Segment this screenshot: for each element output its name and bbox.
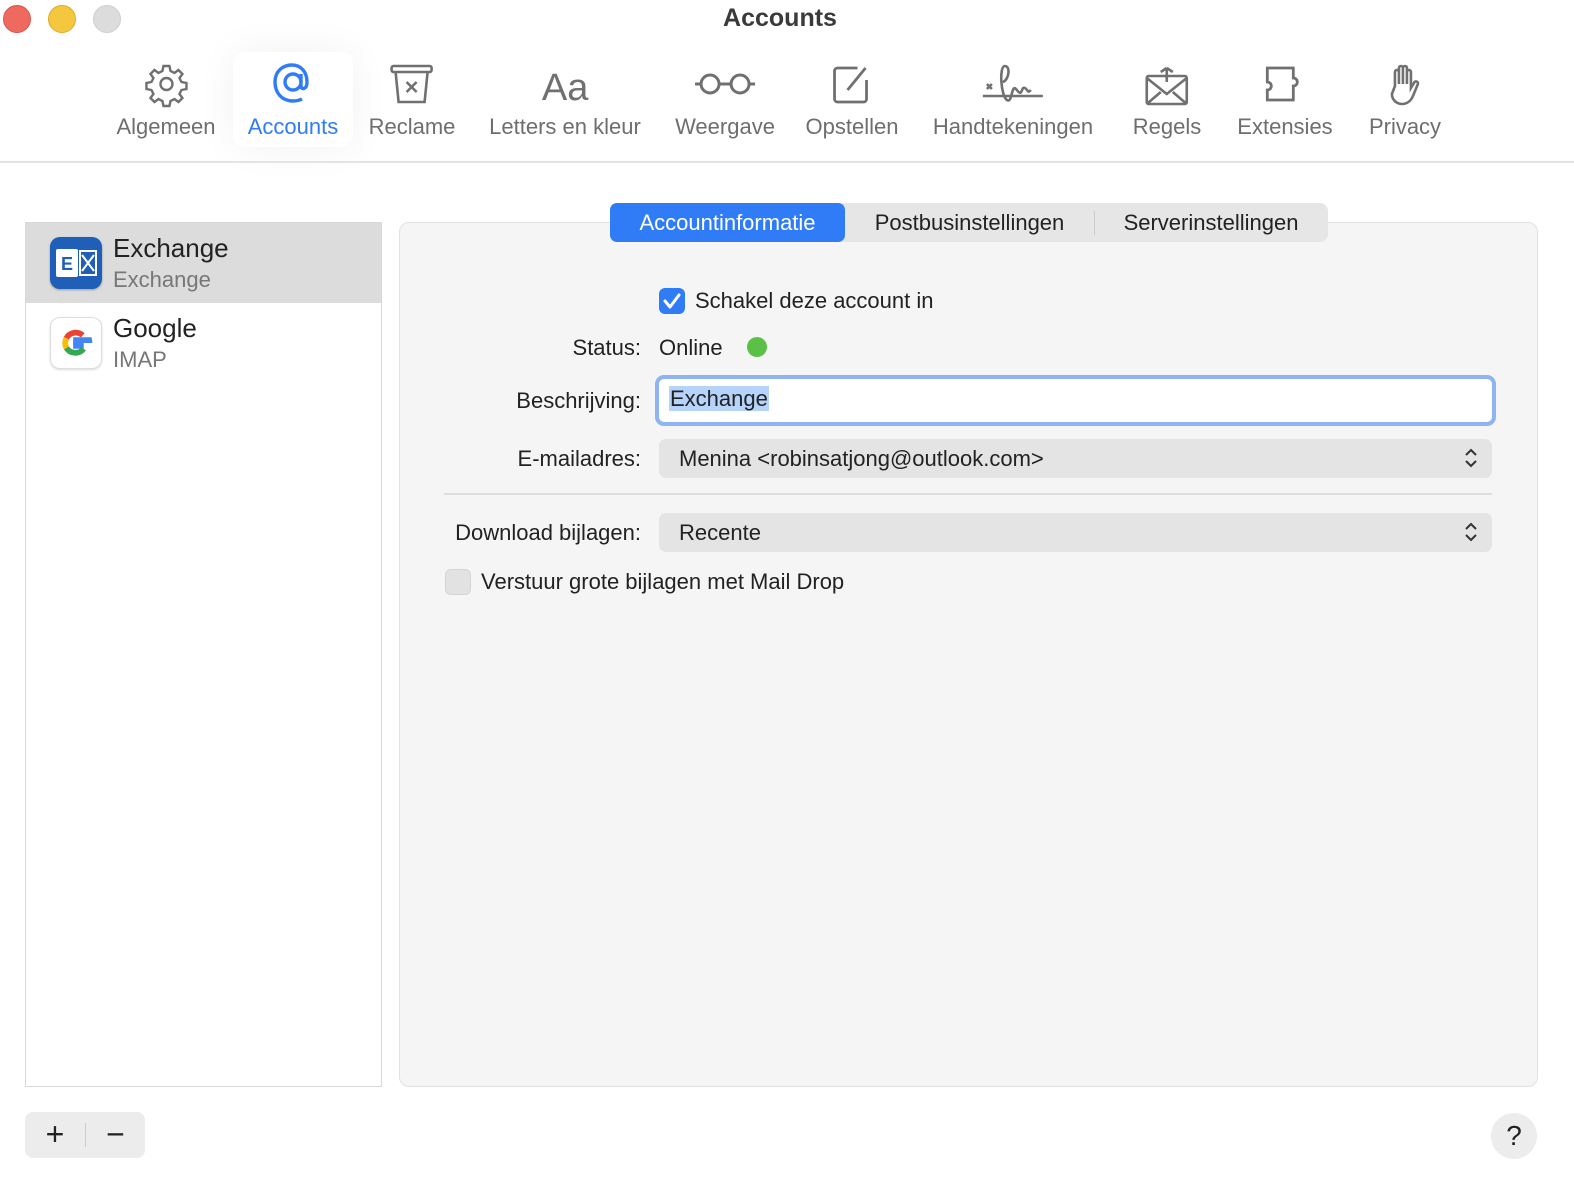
- remove-account-button[interactable]: −: [86, 1112, 145, 1158]
- window-title: Accounts: [723, 4, 837, 32]
- add-account-button[interactable]: +: [25, 1112, 85, 1158]
- maildrop-checkbox[interactable]: [445, 569, 471, 595]
- rules-envelope-icon: [1145, 66, 1189, 106]
- fonts-icon: Aa: [542, 67, 589, 108]
- compose-icon: [833, 66, 869, 104]
- toolbar-label: Letters en kleur: [489, 114, 641, 139]
- download-value: Recente: [679, 519, 761, 545]
- toolbar-handtekeningen[interactable]: Handtekeningen: [921, 52, 1105, 147]
- toolbar-label: Algemeen: [116, 114, 216, 139]
- status-online-dot: [747, 337, 767, 357]
- maildrop-label: Verstuur grote bijlagen met Mail Drop: [481, 569, 845, 594]
- email-select[interactable]: Menina <robinsatjong@outlook.com>: [659, 439, 1492, 478]
- toolbar-label: Accounts: [247, 114, 339, 139]
- svg-text:Aa: Aa: [542, 67, 589, 108]
- download-label: Download bijlagen:: [455, 520, 641, 545]
- at-icon: [273, 63, 309, 103]
- tab-bar: Accountinformatie Postbusinstellingen Se…: [610, 203, 1328, 242]
- description-value: Exchange: [669, 386, 769, 411]
- enable-account-label: Schakel deze account in: [695, 288, 934, 313]
- description-label: Beschrijving:: [516, 388, 641, 413]
- toolbar-label: Handtekeningen: [932, 114, 1094, 139]
- google-icon: [50, 317, 102, 369]
- help-button[interactable]: ?: [1491, 1113, 1537, 1159]
- email-label: E-mailadres:: [517, 446, 641, 471]
- svg-text:E: E: [61, 254, 73, 274]
- hand-icon: [1390, 64, 1420, 106]
- status-label: Status:: [572, 335, 641, 360]
- toolbar-label: Privacy: [1368, 114, 1442, 139]
- toolbar-regels[interactable]: Regels: [1121, 52, 1213, 147]
- toolbar-weergave[interactable]: Weergave: [663, 52, 787, 147]
- enable-account-checkbox[interactable]: [659, 288, 685, 314]
- form-divider: [444, 493, 1492, 495]
- toolbar-opstellen[interactable]: Opstellen: [794, 52, 911, 147]
- glasses-icon: [695, 73, 755, 95]
- status-value: Online: [659, 335, 723, 360]
- download-select[interactable]: Recente: [659, 513, 1492, 552]
- checkmark-icon: [663, 293, 681, 309]
- toolbar-label: Reclame: [368, 114, 456, 139]
- toolbar-algemeen[interactable]: Algemeen: [104, 52, 227, 147]
- toolbar-label: Regels: [1132, 114, 1202, 139]
- gear-icon: [144, 64, 188, 108]
- account-type: IMAP: [113, 347, 167, 372]
- toolbar-privacy[interactable]: Privacy: [1357, 52, 1453, 147]
- account-type: Exchange: [113, 267, 211, 292]
- account-item-exchange[interactable]: E Exchange Exchange: [26, 223, 381, 303]
- junk-bin-icon: [390, 64, 434, 104]
- description-input[interactable]: Exchange: [655, 375, 1496, 426]
- signature-icon: [983, 64, 1043, 102]
- toolbar-divider: [0, 161, 1574, 163]
- toolbar-extensies[interactable]: Extensies: [1225, 52, 1344, 147]
- toolbar-letters[interactable]: Aa Letters en kleur: [477, 52, 653, 147]
- exchange-icon: E: [50, 237, 102, 289]
- toolbar-label: Extensies: [1237, 114, 1333, 139]
- chevron-updown-icon: [1465, 448, 1477, 468]
- tab-serverinstellingen[interactable]: Serverinstellingen: [1095, 203, 1327, 242]
- tab-postbusinstellingen[interactable]: Postbusinstellingen: [845, 210, 1095, 235]
- tab-accountinformatie[interactable]: Accountinformatie: [610, 203, 845, 242]
- toolbar-accounts[interactable]: Accounts: [233, 52, 353, 147]
- toolbar-label: Weergave: [675, 114, 775, 139]
- email-value: Menina <robinsatjong@outlook.com>: [679, 445, 1044, 471]
- account-name: Exchange: [113, 233, 229, 263]
- toolbar-reclame[interactable]: Reclame: [357, 52, 468, 147]
- add-remove-control: + −: [25, 1112, 145, 1158]
- toolbar-label: Opstellen: [805, 114, 899, 139]
- puzzle-icon: [1265, 66, 1299, 102]
- account-name: Google: [113, 313, 197, 343]
- chevron-updown-icon: [1465, 522, 1477, 542]
